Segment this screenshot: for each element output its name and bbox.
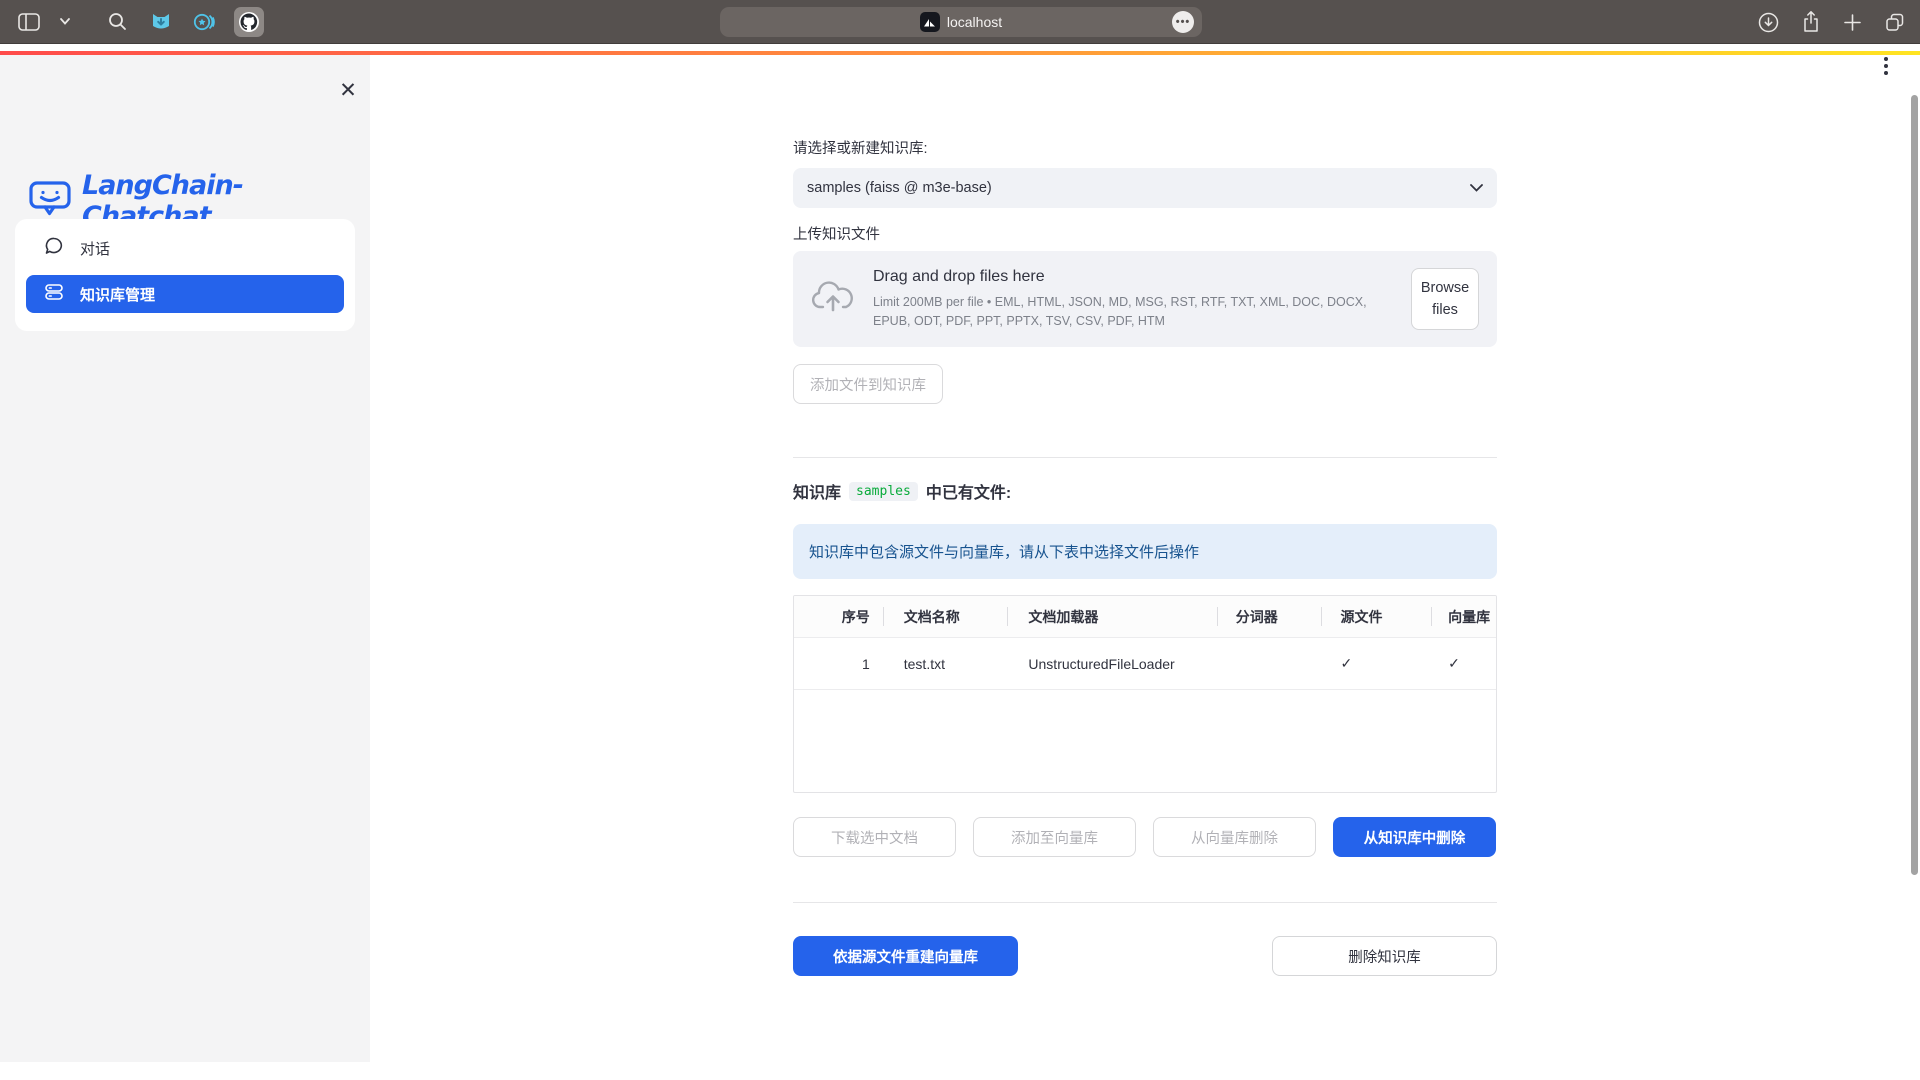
- table-cell: ✓: [1432, 638, 1496, 689]
- cat-extension-icon[interactable]: [146, 7, 176, 37]
- kb-table-body: 1test.txtUnstructuredFileLoader ✓✓: [794, 638, 1496, 690]
- info-banner: 知识库中包含源文件与向量库，请从下表中选择文件后操作: [793, 524, 1497, 579]
- table-header-cell: 分词器: [1218, 596, 1323, 637]
- delete-kb-button[interactable]: 删除知识库: [1272, 936, 1497, 976]
- kb-table-header-row: 序号文档名称文档加载器分词器源文件向量库: [794, 596, 1496, 638]
- sidebar: ✕ LangChain-Chatchat 对: [0, 55, 370, 1080]
- rings-extension-icon[interactable]: [190, 7, 220, 37]
- sidebar-close-icon[interactable]: ✕: [333, 75, 363, 105]
- rebuild-vector-store-button[interactable]: 依据源文件重建向量库: [793, 936, 1018, 976]
- delete-from-vector-store-button[interactable]: 从向量库删除: [1153, 817, 1316, 857]
- new-tab-icon[interactable]: [1843, 13, 1862, 32]
- divider: [793, 902, 1497, 903]
- kb-select-label: 请选择或新建知识库:: [793, 137, 1497, 158]
- search-icon[interactable]: [102, 7, 132, 37]
- vertical-scrollbar[interactable]: [1911, 95, 1918, 875]
- sidebar-footer: [0, 1062, 370, 1080]
- kb-files-table: 序号文档名称文档加载器分词器源文件向量库 1test.txtUnstructur…: [793, 595, 1497, 793]
- heading-suffix: 中已有文件:: [926, 479, 1011, 503]
- chat-bubble-icon: [44, 236, 64, 260]
- chevron-down-icon[interactable]: [58, 7, 72, 37]
- row-actions: 下载选中文档添加至向量库从向量库删除从知识库中删除: [793, 817, 1497, 857]
- sidebar-item-label: 知识库管理: [80, 284, 155, 305]
- sidebar-item-label: 对话: [80, 238, 110, 259]
- sidebar-item-kb-management[interactable]: 知识库管理: [26, 275, 344, 313]
- dropzone-title: Drag and drop files here: [873, 268, 1393, 286]
- sidebar-toggle-icon[interactable]: [14, 7, 44, 37]
- browse-files-button[interactable]: Browse files: [1411, 268, 1479, 330]
- table-cell: UnstructuredFileLoader: [1008, 638, 1217, 689]
- bottom-actions: 依据源文件重建向量库 删除知识库: [793, 936, 1497, 976]
- share-icon[interactable]: [1801, 10, 1821, 34]
- download-selected-docs-button[interactable]: 下载选中文档: [793, 817, 956, 857]
- dropzone-limit-text: Limit 200MB per file • EML, HTML, JSON, …: [873, 293, 1393, 329]
- address-bar[interactable]: localhost •••: [720, 7, 1202, 37]
- app-menu-icon[interactable]: [1884, 57, 1888, 75]
- kb-select[interactable]: samples (faiss @ m3e-base): [793, 168, 1497, 208]
- table-header-cell: 文档名称: [884, 596, 1009, 637]
- file-dropzone[interactable]: Drag and drop files here Limit 200MB per…: [793, 251, 1497, 347]
- app-page: ✕ LangChain-Chatchat 对: [0, 45, 1920, 1080]
- tab-overview-icon[interactable]: [1884, 11, 1906, 33]
- main-content: 请选择或新建知识库: samples (faiss @ m3e-base) 上传…: [793, 45, 1497, 1080]
- table-cell: 1: [794, 638, 884, 689]
- heading-prefix: 知识库: [793, 479, 841, 503]
- table-header-cell: 向量库: [1432, 596, 1496, 637]
- address-more-icon[interactable]: •••: [1172, 11, 1194, 33]
- kb-files-heading: 知识库 samples 中已有文件:: [793, 479, 1497, 503]
- table-cell: test.txt: [884, 638, 1009, 689]
- kb-name-code: samples: [849, 482, 918, 501]
- logo-chat-icon: [28, 179, 72, 224]
- table-header-cell: 源文件: [1322, 596, 1432, 637]
- site-favicon: [920, 12, 940, 32]
- database-stack-icon: [44, 282, 64, 306]
- add-files-to-kb-button[interactable]: 添加文件到知识库: [793, 364, 943, 404]
- address-url: localhost: [947, 14, 1002, 30]
- download-icon[interactable]: [1758, 12, 1779, 33]
- sidebar-item-dialogue[interactable]: 对话: [26, 229, 344, 267]
- divider: [793, 457, 1497, 458]
- table-header-cell: 文档加载器: [1008, 596, 1217, 637]
- chevron-down-icon: [1470, 180, 1483, 196]
- github-extension-icon[interactable]: [234, 7, 264, 37]
- table-cell: [1218, 638, 1323, 689]
- cloud-upload-icon: [811, 280, 855, 319]
- delete-from-kb-button[interactable]: 从知识库中删除: [1333, 817, 1496, 857]
- kb-select-value: samples (faiss @ m3e-base): [807, 180, 992, 196]
- sidebar-nav: 对话 知识库管理: [15, 219, 355, 331]
- table-row[interactable]: 1test.txtUnstructuredFileLoader ✓✓: [794, 638, 1496, 690]
- browser-toolbar: localhost •••: [0, 0, 1920, 44]
- add-to-vector-store-button[interactable]: 添加至向量库: [973, 817, 1136, 857]
- table-header-cell: 序号: [794, 596, 884, 637]
- table-cell: ✓: [1322, 638, 1432, 689]
- upload-label: 上传知识文件: [793, 223, 1497, 244]
